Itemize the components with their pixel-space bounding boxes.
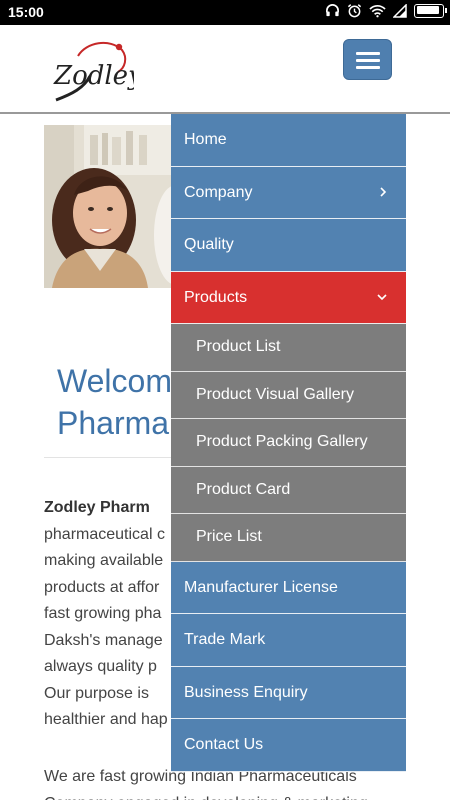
para-line: Company engaged in developing & marketin… [44,791,406,800]
welcome-line-2: Pharma [57,405,170,441]
menu-item-company[interactable]: Company [171,166,406,219]
submenu-item-product-packing-gallery[interactable]: Product Packing Gallery [171,419,406,467]
menu-item-label: Home [184,131,227,148]
menu-item-label: Business Enquiry [184,683,308,701]
battery-icon [414,3,447,18]
submenu-item-label: Price List [196,528,262,545]
status-bar: 15:00 [0,0,450,25]
site-header: Zodley [0,25,450,114]
status-icons [325,3,447,18]
menu-item-label: Contact Us [184,736,264,753]
menu-item-manufacturer-license[interactable]: Manufacturer License [171,561,406,614]
submenu-item-label: Product Packing Gallery [196,433,368,450]
chevron-right-icon [378,167,388,219]
signal-icon [393,3,407,18]
hamburger-line [356,59,380,62]
zodley-logo[interactable]: Zodley [48,34,143,108]
submenu-item-product-visual-gallery[interactable]: Product Visual Gallery [171,371,406,419]
menu-item-label: Company [184,183,253,201]
chevron-down-icon [376,272,388,324]
menu-item-label: Manufacturer License [184,578,338,596]
alarm-icon [347,3,362,18]
submenu-item-price-list[interactable]: Price List [171,514,406,562]
svg-text:Zodley: Zodley [53,61,134,91]
menu-item-contact-us[interactable]: Contact Us [171,719,406,772]
menu-item-trade-mark[interactable]: Trade Mark [171,614,406,667]
hamburger-line [356,66,380,69]
submenu-item-label: Product List [196,338,281,355]
status-time: 15:00 [8,4,44,20]
menu-item-label: Products [184,288,248,306]
nav-dropdown-menu: Home Company Quality Products Product Li… [171,114,406,772]
menu-item-products[interactable]: Products [171,271,406,324]
welcome-line-1: Welcome [57,363,190,399]
company-name: Zodley Pharm [44,499,150,516]
welcome-heading: Welcome Pharma [57,360,190,444]
menu-item-label: Trade Mark [184,631,266,648]
headphones-icon [325,3,340,18]
hero-image [44,125,184,288]
menu-item-business-enquiry[interactable]: Business Enquiry [171,666,406,719]
submenu-item-product-list[interactable]: Product List [171,324,406,372]
menu-item-label: Quality [184,236,234,253]
wifi-icon [369,4,386,18]
submenu-item-product-card[interactable]: Product Card [171,466,406,514]
menu-item-quality[interactable]: Quality [171,219,406,272]
menu-item-home[interactable]: Home [171,114,406,167]
hamburger-menu-button[interactable] [343,39,392,80]
hamburger-line [356,52,380,55]
submenu-item-label: Product Visual Gallery [196,385,354,403]
submenu-item-label: Product Card [196,480,291,498]
